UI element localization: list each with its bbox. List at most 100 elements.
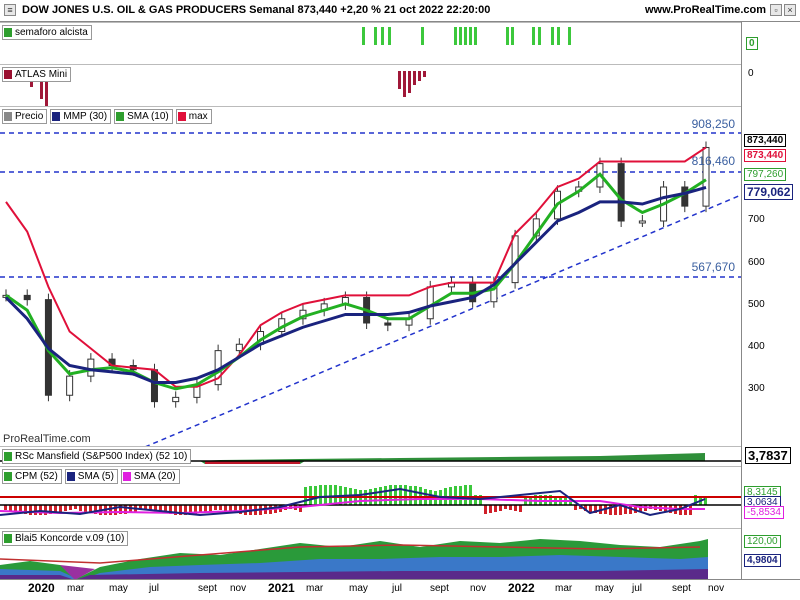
atlas-label: ATLAS Mini xyxy=(15,69,68,80)
legend-swatch-icon xyxy=(177,112,186,121)
site-label: www.ProRealTime.com xyxy=(644,4,766,16)
cpm-bar xyxy=(514,505,517,511)
cpm-bar xyxy=(39,505,42,515)
candle xyxy=(66,375,74,396)
candle xyxy=(87,358,95,377)
koncorde-label: Blai5 Koncorde v.09 (10) xyxy=(15,533,125,544)
semaforo-value: 0 xyxy=(746,37,758,50)
legend-precio-label: Precio xyxy=(15,111,44,122)
atlas-plot xyxy=(30,71,426,106)
cpm-bar xyxy=(79,505,82,511)
cpm-bar xyxy=(399,485,402,505)
cpm-bar xyxy=(519,505,522,512)
y-tick: 700 xyxy=(748,214,765,225)
cpm-bar xyxy=(34,505,37,515)
rsc-value: 3,7837 xyxy=(745,447,791,464)
legend-precio[interactable]: Precio xyxy=(2,109,48,124)
rsc-axis: 3,7837 xyxy=(741,446,800,466)
candle xyxy=(172,396,180,403)
trend-line xyxy=(145,194,741,446)
x-tick-label: sept xyxy=(672,583,691,594)
legend-sma5[interactable]: SMA (5) xyxy=(64,469,118,484)
x-tick-label: nov xyxy=(708,583,725,594)
cpm-pane: CPM (52) SMA (5) SMA (20) xyxy=(0,466,741,528)
rsc-pane: RSc Mansfield (S&P500 Index) (52 10) xyxy=(0,446,741,466)
rsc-legend[interactable]: RSc Mansfield (S&P500 Index) (52 10) xyxy=(2,449,192,464)
x-tick-label: jul xyxy=(632,583,643,594)
cpm-bar xyxy=(409,486,412,505)
cpm-bar xyxy=(9,505,12,511)
koncorde-pane: Blai5 Koncorde v.09 (10) xyxy=(0,528,741,579)
legend-cpm-label: CPM (52) xyxy=(15,471,58,482)
atlas-legend[interactable]: ATLAS Mini xyxy=(2,67,72,82)
close-icon[interactable]: × xyxy=(784,4,796,16)
legend-max[interactable]: max xyxy=(175,109,212,124)
cpm-bar xyxy=(589,505,592,512)
cpm-bar xyxy=(454,486,457,505)
legend-swatch-icon xyxy=(4,70,12,79)
level-lower-label: 567,670 xyxy=(691,260,735,274)
price-legend: Precio MMP (30) SMA (10) max xyxy=(2,109,212,124)
x-tick-label: jul xyxy=(392,583,403,594)
legend-max-label: max xyxy=(188,111,208,122)
cpm-bar xyxy=(109,505,112,515)
cpm-bar xyxy=(499,505,502,511)
legend-sma[interactable]: SMA (10) xyxy=(114,109,173,124)
cpm-bar xyxy=(319,485,322,505)
cpm-bar xyxy=(204,505,207,512)
cpm-bar xyxy=(314,486,317,505)
level-mid-label: 816,460 xyxy=(691,154,735,168)
rsc-label: RSc Mansfield (S&P500 Index) (52 10) xyxy=(15,451,188,462)
cpm-bar xyxy=(494,505,497,512)
x-tick-label: mar xyxy=(555,583,573,594)
semaforo-legend[interactable]: semaforo alcista xyxy=(2,25,92,40)
x-tick-label: may xyxy=(349,583,368,594)
cpm-bar xyxy=(489,505,492,513)
cpm-bar xyxy=(404,485,407,505)
cpm-bar xyxy=(329,485,332,505)
semaforo-axis: 1 0 xyxy=(741,22,800,64)
legend-swatch-icon xyxy=(66,472,75,481)
cpm-value-c: -5,8534 xyxy=(744,506,784,519)
cpm-bar xyxy=(459,486,462,505)
x-tick-label: sept xyxy=(198,583,217,594)
atlas-axis-value: 0 xyxy=(748,68,754,79)
x-tick-label: 2021 xyxy=(268,581,295,595)
atlas-pane: ATLAS Mini xyxy=(0,64,741,106)
price-axis: 700 600 500 400 300 873,440 873,440 797,… xyxy=(741,106,800,446)
cpm-bar xyxy=(334,485,337,505)
x-tick-label: mar xyxy=(67,583,85,594)
legend-mmp[interactable]: MMP (30) xyxy=(50,109,112,124)
cpm-legend: CPM (52) SMA (5) SMA (20) xyxy=(2,469,180,484)
cpm-bar xyxy=(84,505,87,512)
cpm-bar xyxy=(59,505,62,512)
cpm-bar xyxy=(29,505,32,515)
candle xyxy=(235,343,243,352)
legend-sma20[interactable]: SMA (20) xyxy=(120,469,180,484)
window-menu-icon[interactable]: ≡ xyxy=(4,4,16,16)
semaforo-pane: semaforo alcista xyxy=(0,22,741,64)
restore-icon[interactable]: ▫ xyxy=(770,4,782,16)
legend-swatch-icon xyxy=(122,472,131,481)
x-tick-label: nov xyxy=(470,583,487,594)
max-value: 873,440 xyxy=(744,149,787,162)
watermark: ProRealTime.com xyxy=(3,433,91,445)
x-tick-label: 2020 xyxy=(28,581,55,595)
cpm-bar xyxy=(464,485,467,505)
x-tick-label: nov xyxy=(230,583,247,594)
cpm-bar xyxy=(114,505,117,515)
koncorde-legend[interactable]: Blai5 Koncorde v.09 (10) xyxy=(2,531,129,546)
legend-cpm[interactable]: CPM (52) xyxy=(2,469,62,484)
series-line-sma-10 xyxy=(5,172,707,391)
cpm-bar xyxy=(469,485,472,505)
x-tick-label: mar xyxy=(306,583,324,594)
sma-value: 797,260 xyxy=(744,168,787,181)
legend-sma5-label: SMA (5) xyxy=(77,471,114,482)
legend-swatch-icon xyxy=(4,112,12,121)
title-bar: ≡ DOW JONES U.S. OIL & GAS PRODUCERS Sem… xyxy=(0,0,800,22)
cpm-bar xyxy=(384,486,387,505)
candle xyxy=(617,163,625,222)
candle xyxy=(426,286,434,320)
koncorde-axis: 120,00 4,9804 xyxy=(741,528,800,579)
cpm-bar xyxy=(484,505,487,514)
